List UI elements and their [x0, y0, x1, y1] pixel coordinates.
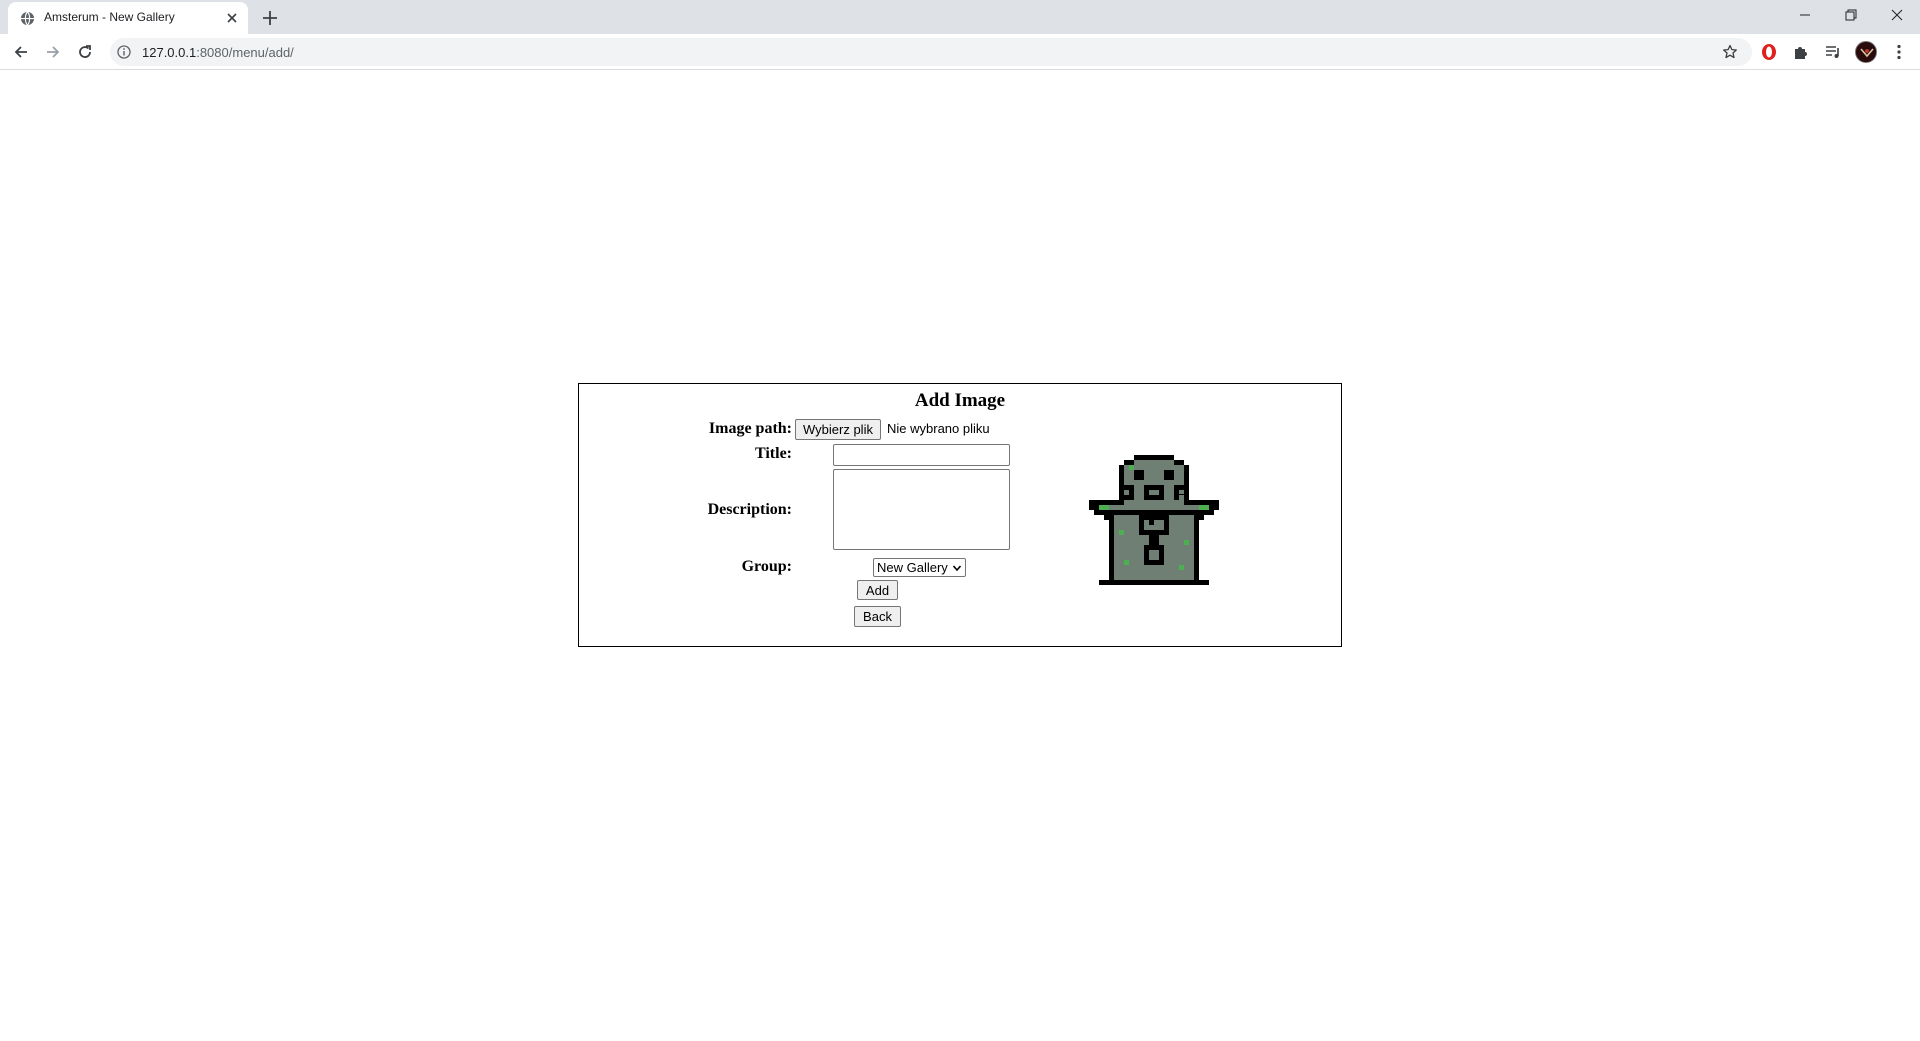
window-close-icon[interactable]: [1874, 0, 1920, 30]
add-image-form: Add Image Image path: Wybierz plik Nie w…: [578, 383, 1342, 647]
description-textarea[interactable]: [833, 469, 1010, 550]
chevron-down-icon: [952, 564, 961, 571]
info-icon[interactable]: [117, 45, 131, 59]
tab-title: Amsterum - New Gallery: [44, 10, 175, 24]
url-text[interactable]: 127.0.0.1:8080/menu/add/: [142, 45, 294, 60]
restore-icon[interactable]: [1828, 0, 1874, 30]
group-select-value: New Gallery: [877, 560, 948, 575]
arrow-right-icon[interactable]: [43, 42, 63, 62]
page-title: Add Image: [914, 390, 1006, 411]
title-label: Title:: [754, 445, 792, 462]
profile-picture: [1856, 42, 1876, 62]
browser-tab-active[interactable]: Amsterum - New Gallery: [8, 2, 248, 34]
group-label: Group:: [741, 558, 792, 575]
browser-tabstrip: Amsterum - New Gallery: [0, 0, 1920, 34]
arrow-left-icon[interactable]: [11, 42, 31, 62]
address-bar[interactable]: 127.0.0.1:8080/menu/add/: [110, 38, 1752, 66]
opera-icon[interactable]: [1760, 43, 1778, 61]
globe-icon: [20, 11, 35, 26]
file-status-text: Nie wybrano pliku: [887, 421, 990, 436]
puzzle-icon[interactable]: [1792, 43, 1810, 61]
plus-icon[interactable]: [260, 8, 280, 28]
url-host: 127.0.0.1: [142, 45, 197, 60]
add-button[interactable]: Add: [857, 580, 898, 600]
description-label: Description:: [707, 501, 792, 518]
media-queue-icon[interactable]: [1824, 43, 1842, 61]
close-icon[interactable]: [224, 10, 240, 26]
image-path-label: Image path:: [708, 420, 792, 437]
star-icon[interactable]: [1722, 44, 1738, 60]
group-select[interactable]: New Gallery: [873, 558, 966, 577]
browser-toolbar: 127.0.0.1:8080/menu/add/: [0, 34, 1920, 70]
title-input[interactable]: [833, 444, 1010, 466]
choose-file-button[interactable]: Wybierz plik: [795, 419, 881, 440]
reload-icon[interactable]: [75, 42, 95, 62]
minimize-icon[interactable]: [1782, 0, 1828, 30]
url-path: :8080/menu/add/: [196, 45, 294, 60]
back-button[interactable]: Back: [854, 606, 901, 627]
more-vert-icon[interactable]: [1889, 42, 1909, 62]
pixel-ghost-mascot: [1089, 455, 1219, 585]
avatar[interactable]: [1855, 41, 1877, 63]
